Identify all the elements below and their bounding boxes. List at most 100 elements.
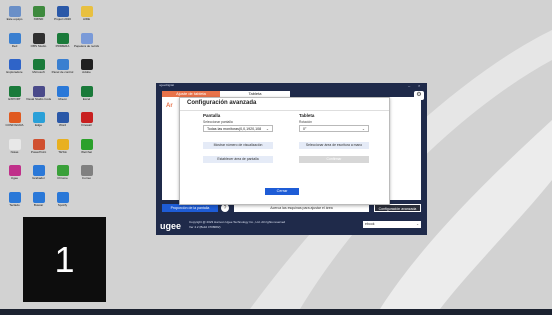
desktop-icon[interactable]: Panel de control (50, 59, 75, 74)
desktop-icon-label: PRIMERA (55, 43, 70, 48)
desktop-icon[interactable]: Microsoft (26, 59, 51, 74)
desktop-app-icon (8, 191, 21, 203)
desktop-icon[interactable]: WeChat (74, 138, 99, 154)
desktop-icon[interactable]: PRIMERA (50, 32, 75, 48)
desktop-icon-label: TikTok (58, 149, 67, 154)
desktop-icon-label: Excel (82, 96, 91, 101)
tablet-heading: Tableta (299, 113, 315, 118)
desktop-icon[interactable]: Excel (74, 85, 99, 101)
desktop-app-icon (8, 165, 21, 176)
desktop-icon[interactable]: PowerPoint (26, 138, 51, 154)
app-title: ugeeDigital (159, 83, 175, 87)
desktop-app-icon (8, 85, 21, 97)
chevron-down-icon: ⌄ (265, 127, 269, 131)
copyright-block: Copyright @ 2023 Hanvon Ugee Technology … (189, 220, 285, 230)
desktop-icon-label: PowerPoint (30, 149, 47, 154)
desktop-icon-label: Project 2020 (54, 17, 71, 21)
desktop-app-icon (80, 59, 93, 70)
desktop-icon-label: Exploradore (6, 70, 23, 74)
desktop-icon-label: Panel de control (51, 70, 74, 74)
desktop-icon[interactable]: Spotify (50, 191, 75, 207)
desktop-icon[interactable]: Grabador (26, 165, 51, 180)
desktop-icon-label: Edge (34, 123, 42, 127)
desktop-icon[interactable]: AIDE (74, 6, 99, 21)
adapt-corners-button[interactable]: Acerca las esquinas para ajustar el área (234, 204, 369, 212)
bottom-button-row: Proporción de la pantalla ? Acerca las e… (162, 204, 421, 212)
desktop-icon-label: Notas (10, 149, 19, 154)
desktop-app-icon (56, 165, 69, 176)
desktop-icon[interactable]: Notas (2, 138, 27, 154)
chevron-down-icon: ⌄ (361, 127, 365, 131)
taskbar[interactable] (0, 309, 552, 315)
desktop-icon[interactable]: Ubeon (50, 85, 75, 101)
desktop-icon-label: Chrome (57, 176, 68, 180)
desktop-app-icon (80, 138, 93, 150)
desktop-icon[interactable]: CONFIGURA (2, 112, 27, 127)
desktop-icon-label: Ugee (10, 176, 19, 180)
set-screen-area-button[interactable]: Establecer área de pantalla (203, 156, 273, 163)
proportion-button[interactable]: Proporción de la pantalla (162, 204, 218, 212)
app-footer: ugee Copyright @ 2023 Hanvon Ugee Techno… (156, 216, 427, 235)
desktop-icon-label: CONFIGURA (5, 123, 24, 127)
desktop-app-icon (32, 138, 45, 150)
desktop-app-icon (56, 59, 69, 70)
desktop-icon[interactable]: Word (50, 112, 75, 127)
desktop-app-icon (32, 165, 45, 176)
desktop-icon[interactable]: Correo (74, 165, 99, 180)
desktop-icon-label: Buscar (33, 202, 44, 207)
desktop-icon[interactable]: Red (2, 32, 27, 48)
desktop-icon[interactable]: Papelera de reciclaje (74, 32, 99, 48)
close-icon[interactable]: × (418, 83, 420, 88)
desktop-app-icon (56, 191, 69, 203)
version-text: Ver 4.2 (Build 4708082) (189, 225, 221, 229)
show-display-number-button[interactable]: Mostrar número de visualización (203, 142, 273, 149)
desktop-app-icon (80, 112, 93, 123)
desktop-icon[interactable]: TikTok (50, 138, 75, 154)
desktop-app-icon (56, 6, 69, 17)
desktop-icon-label: Grabador (32, 176, 45, 180)
desktop-icon[interactable]: Edge (26, 112, 51, 127)
desktop-icon[interactable]: Chrome (50, 165, 75, 180)
select-handwriting-area-button[interactable]: Seleccionar área de escritura a mano (299, 142, 369, 149)
step-number: 1 (54, 238, 75, 280)
ugee-logo: ugee (160, 221, 182, 231)
desktop-icon-label: Papelera de reciclaje (74, 43, 99, 48)
desktop-icon-label: Ubeon (58, 96, 67, 101)
minimize-icon[interactable]: – (408, 83, 410, 88)
dialog-title: Configuración avanzada (187, 100, 257, 106)
dialog-divider (180, 110, 389, 111)
advanced-settings-dialog: Configuración avanzada Pantalla Seleccio… (179, 97, 390, 205)
desktop-icon-label: Visual Studio Code (26, 96, 51, 101)
desktop-icon[interactable]: Project 2020 (50, 6, 75, 21)
desktop-app-icon (80, 32, 93, 44)
language-select[interactable]: ebook ⌄ (363, 221, 421, 228)
screen-select[interactable]: Todas las monitoras(0,0,1920,108 ⌄ (203, 125, 273, 132)
desktop-icon[interactable]: Teclado (2, 191, 27, 207)
desktop-icon[interactable]: Buscar (26, 191, 51, 207)
rotation-label: Rotación (299, 120, 313, 124)
desktop-icon[interactable]: Este equipo (2, 6, 27, 21)
help-icon[interactable]: ? (221, 204, 229, 212)
desktop-app-icon (32, 112, 45, 123)
rotation-select[interactable]: 0° ⌄ (299, 125, 369, 132)
desktop-app-icon (8, 6, 21, 17)
desktop-icon-label: Firewall (81, 123, 92, 127)
desktop-icon[interactable]: Visual Studio Code (26, 85, 51, 101)
desktop-icon[interactable]: Ugee (2, 165, 27, 180)
desktop-app-icon (32, 6, 45, 17)
rotation-select-value: 0° (303, 127, 307, 131)
advanced-settings-button[interactable]: Configuración avanzada (374, 204, 421, 212)
desktop-app-icon (56, 32, 69, 44)
screen-heading: Pantalla (203, 113, 221, 118)
desktop-icon[interactable]: Adobe (74, 59, 99, 74)
desktop-icon[interactable]: Firewall (74, 112, 99, 127)
desktop-icon[interactable]: XMIND (26, 6, 51, 21)
confirm-button[interactable]: Confirmar (299, 156, 369, 163)
desktop-app-icon (32, 85, 45, 97)
desktop-icon-label: Spotify (57, 202, 68, 207)
desktop-icon[interactable]: Exploradore (2, 59, 27, 74)
close-button[interactable]: Cerrar (265, 188, 299, 195)
screen-select-value: Todas las monitoras(0,0,1920,108 (207, 127, 262, 131)
desktop-icon[interactable]: EXPORT (2, 85, 27, 101)
desktop-icon[interactable]: OBS Studio (26, 32, 51, 48)
